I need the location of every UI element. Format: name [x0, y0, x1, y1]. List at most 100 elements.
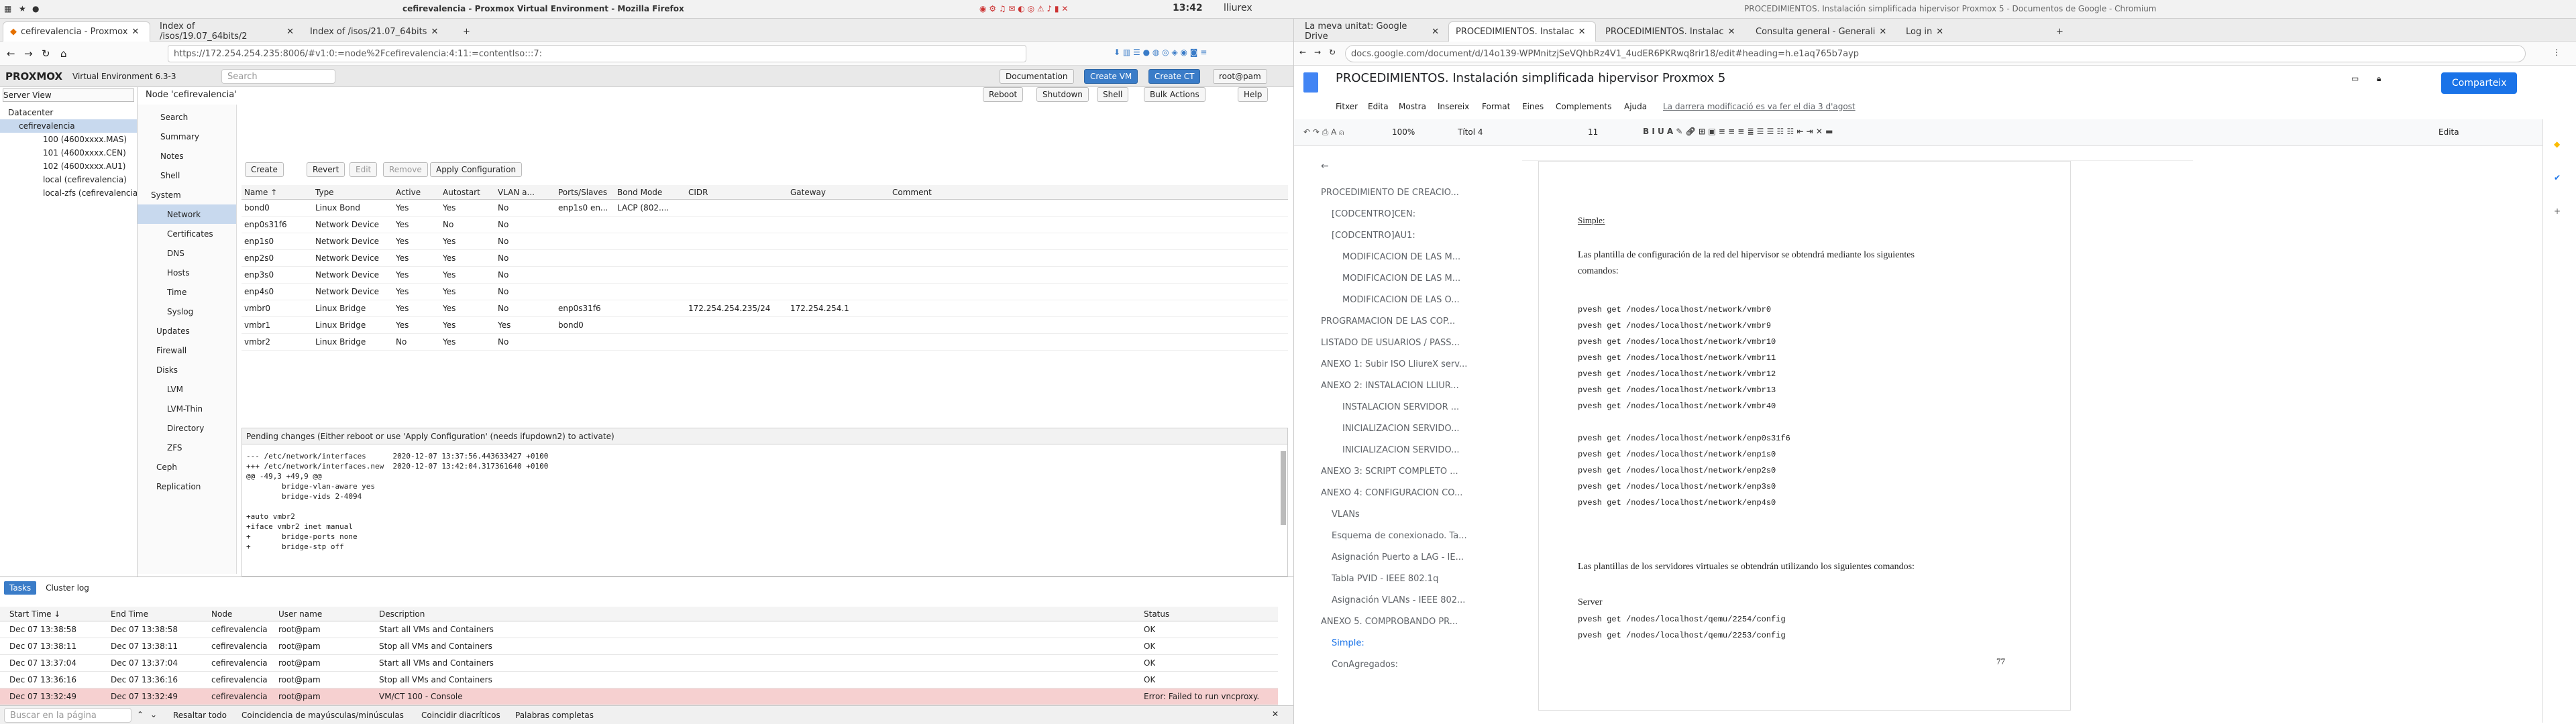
- pve-search-input[interactable]: Search: [221, 69, 335, 84]
- match-case-checkbox[interactable]: Coincidencia de mayúsculas/minúsculas: [241, 711, 404, 720]
- task-row[interactable]: Dec 07 13:38:11 Dec 07 13:38:11 cefirevale…: [0, 638, 1278, 655]
- task-col-end[interactable]: End Time: [111, 607, 148, 621]
- nav-disks[interactable]: Disks: [138, 360, 236, 379]
- nav-shell[interactable]: Shell: [138, 166, 236, 185]
- tasks-icon[interactable]: ✔: [2554, 173, 2561, 182]
- apply-configuration-button[interactable]: Apply Configuration: [430, 162, 523, 177]
- task-col-status[interactable]: Status: [1144, 607, 1169, 621]
- outline-item[interactable]: ANEXO 5. COMPROBANDO PR...: [1321, 617, 1495, 627]
- close-icon[interactable]: ✕: [1578, 27, 1586, 37]
- nav-search[interactable]: Search: [138, 107, 236, 127]
- star-icon[interactable]: ☆: [1697, 72, 1704, 82]
- bulk-actions-button[interactable]: Bulk Actions: [1144, 87, 1205, 102]
- grid-row[interactable]: enp2s0 Network Device Yes Yes No: [241, 250, 1288, 267]
- close-icon[interactable]: ✕: [131, 27, 139, 37]
- task-row[interactable]: Dec 07 13:36:16 Dec 07 13:36:16 cefirevale…: [0, 672, 1278, 688]
- outline-item[interactable]: MODIFICACIÓN DE LAS M...: [1342, 252, 1517, 262]
- nav-hosts[interactable]: Hosts: [138, 263, 236, 282]
- col-vlan[interactable]: VLAN a...: [498, 185, 535, 199]
- menu-insert[interactable]: Insereix: [1438, 102, 1469, 111]
- revert-button[interactable]: Revert: [307, 162, 345, 177]
- shell-button[interactable]: Shell: [1097, 87, 1129, 102]
- tree-vm-101[interactable]: 101 (4600xxxx.CEN): [0, 146, 137, 160]
- mode-select[interactable]: Edita: [2438, 127, 2459, 137]
- more-icon[interactable]: ⋮: [2553, 48, 2561, 57]
- grid-row[interactable]: vmbr0 Linux Bridge Yes Yes No enp0s31f6 172.25…: [241, 300, 1288, 317]
- nav-dns[interactable]: DNS: [138, 243, 236, 263]
- tab-cluster-log[interactable]: Cluster log: [40, 581, 95, 595]
- tab-login[interactable]: Log in ✕: [1899, 21, 2047, 42]
- close-icon[interactable]: ✕: [1728, 27, 1735, 37]
- outline-item[interactable]: MODIFICACIÓN DE LAS O...: [1342, 295, 1517, 305]
- lock-icon[interactable]: 🔒︎: [2377, 74, 2381, 84]
- tree-vm-100[interactable]: 100 (4600xxxx.MAS): [0, 133, 137, 146]
- nav-system[interactable]: System: [138, 185, 236, 204]
- col-comment[interactable]: Comment: [892, 185, 932, 199]
- menu-file[interactable]: Fitxer: [1336, 102, 1358, 111]
- grid-row[interactable]: vmbr1 Linux Bridge Yes Yes Yes bond0: [241, 317, 1288, 334]
- ruler[interactable]: [1522, 146, 2193, 161]
- nav-network[interactable]: Network: [138, 204, 236, 224]
- tab-tasks[interactable]: Tasks: [4, 581, 37, 595]
- tab-drive[interactable]: La meva unitat: Google Drive ✕: [1298, 21, 1446, 42]
- close-icon[interactable]: ✕: [286, 27, 294, 37]
- style-select[interactable]: Títol 4: [1458, 127, 1483, 137]
- close-icon[interactable]: ✕: [1879, 27, 1886, 37]
- add-icon[interactable]: +: [2554, 206, 2561, 216]
- outline-item[interactable]: PROCEDIMIENTO DE CREACIÓ...: [1321, 188, 1495, 198]
- outline-item[interactable]: ConAgregados:: [1332, 660, 1506, 670]
- doc-title[interactable]: PROCEDIMIENTOS. Instalación simplificada…: [1336, 71, 1725, 85]
- task-col-desc[interactable]: Description: [379, 607, 425, 621]
- nav-updates[interactable]: Updates: [138, 321, 236, 341]
- forward-icon[interactable]: →: [1314, 48, 1321, 57]
- tab-doc-2[interactable]: PROCEDIMIENTOS. Instalac ✕: [1599, 21, 1746, 42]
- menu-addons[interactable]: Complements: [1556, 102, 1611, 111]
- close-icon[interactable]: ✕: [1936, 27, 1943, 37]
- tree-storage-zfs[interactable]: local-zfs (cefirevalencia): [0, 186, 137, 200]
- edit-button[interactable]: Edit: [350, 162, 378, 177]
- zoom-select[interactable]: 100%: [1392, 127, 1415, 137]
- url-input[interactable]: https://172.254.254.235:8006/#v1:0:=node…: [168, 45, 1026, 62]
- tree-storage-local[interactable]: local (cefirevalencia): [0, 173, 137, 186]
- reload-icon[interactable]: ↻: [42, 48, 50, 60]
- highlight-all-checkbox[interactable]: Resaltar todo: [173, 711, 227, 720]
- menu-edit[interactable]: Edita: [1368, 102, 1389, 111]
- star-icon[interactable]: ★: [19, 4, 26, 13]
- nav-replication[interactable]: Replication: [138, 477, 236, 496]
- reload-icon[interactable]: ↻: [1329, 48, 1336, 57]
- tab-proxmox[interactable]: ◆ cefirevalencia - Proxmox ✕: [3, 21, 150, 42]
- menu-view[interactable]: Mostra: [1399, 102, 1426, 111]
- server-view-select[interactable]: Server View: [3, 88, 134, 102]
- outline-item[interactable]: [CODCENTRO]CEN:: [1332, 209, 1506, 219]
- outline-item[interactable]: MODIFICACIÓN DE LAS M...: [1342, 274, 1517, 284]
- outline-item[interactable]: ANEXO 3: SCRIPT COMPLETO ...: [1321, 467, 1495, 477]
- user-menu-button[interactable]: root@pam: [1213, 69, 1267, 84]
- forward-icon[interactable]: →: [24, 48, 33, 60]
- nav-certificates[interactable]: Certificates: [138, 224, 236, 243]
- outline-item[interactable]: Simple:: [1332, 638, 1506, 648]
- outline-item[interactable]: INICIALIZACIÓN SERVIDO...: [1342, 424, 1517, 434]
- nav-directory[interactable]: Directory: [138, 418, 236, 438]
- document-page[interactable]: Simple: Las plantilla de configuración d…: [1538, 161, 2071, 711]
- match-diacritics-checkbox[interactable]: Coincidir diacríticos: [421, 711, 500, 720]
- task-col-node[interactable]: Node: [211, 607, 232, 621]
- task-col-user[interactable]: User name: [278, 607, 322, 621]
- create-button[interactable]: Create: [245, 162, 284, 177]
- find-input[interactable]: Buscar en la página: [4, 708, 131, 723]
- keep-icon[interactable]: ◆: [2554, 139, 2560, 149]
- nav-ceph[interactable]: Ceph: [138, 457, 236, 477]
- outline-item[interactable]: ANEXO 2: INSTALACIÓN LLIUR...: [1321, 381, 1495, 391]
- undo-redo-print-icons[interactable]: ↶ ↷ ⎙ A ⍝: [1303, 127, 1344, 137]
- tree-datacenter[interactable]: Datacenter: [0, 106, 137, 119]
- outline-back-icon[interactable]: ←: [1321, 161, 1329, 172]
- toolbar-icons[interactable]: ⬇ ▥ ☰ ● ◍ ◎ ◈ ◉ ◙ ≡: [1114, 48, 1207, 57]
- last-edit-link[interactable]: La darrera modificació es va fer el dia …: [1663, 102, 1856, 111]
- outline-item[interactable]: ANEXO 4: CONFIGURACIÓN CO...: [1321, 488, 1495, 498]
- outline-item[interactable]: Tabla PVID - IEEE 802.1q: [1332, 574, 1506, 584]
- task-row[interactable]: Dec 07 13:37:04 Dec 07 13:37:04 cefirevale…: [0, 655, 1278, 672]
- nav-firewall[interactable]: Firewall: [138, 341, 236, 360]
- nav-summary[interactable]: Summary: [138, 127, 236, 146]
- nav-syslog[interactable]: Syslog: [138, 302, 236, 321]
- nav-notes[interactable]: Notes: [138, 146, 236, 166]
- close-icon[interactable]: ✕: [431, 27, 438, 37]
